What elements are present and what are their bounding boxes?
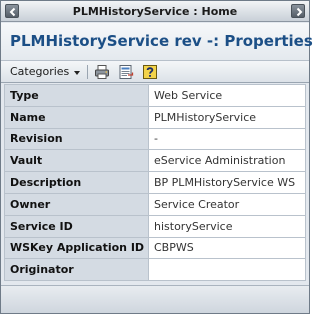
property-label: Originator — [4, 258, 149, 282]
categories-label: Categories — [10, 65, 70, 78]
property-value: - — [148, 127, 306, 151]
back-button[interactable] — [5, 4, 19, 18]
table-row: Service ID historyService — [4, 214, 306, 238]
property-label: Name — [4, 105, 149, 129]
property-value: PLMHistoryService — [148, 105, 306, 129]
property-value: eService Administration — [148, 149, 306, 173]
forward-button[interactable] — [291, 4, 305, 18]
property-value: historyService — [148, 214, 306, 238]
print-icon[interactable] — [94, 64, 110, 80]
help-icon[interactable] — [142, 64, 158, 80]
property-label: Service ID — [4, 214, 149, 238]
property-value: Web Service — [148, 84, 306, 107]
page-title: PLMHistoryService rev -: Properties — [10, 32, 313, 50]
properties-window: PLMHistoryService : Home PLMHistoryServi… — [0, 0, 313, 314]
table-row: Description BP PLMHistoryService WS — [4, 171, 306, 194]
table-row: Name PLMHistoryService — [4, 105, 306, 129]
properties-table: Type Web Service Name PLMHistoryService … — [4, 84, 306, 282]
table-row: Owner Service Creator — [4, 192, 306, 216]
property-label: Revision — [4, 127, 149, 151]
property-label: Owner — [4, 192, 149, 216]
property-label: Type — [4, 84, 149, 107]
chevron-left-icon — [9, 7, 16, 17]
window-title: PLMHistoryService : Home — [72, 5, 238, 18]
toolbar: Categories — [1, 61, 309, 83]
chevron-down-icon — [74, 70, 81, 75]
property-value: BP PLMHistoryService WS — [148, 171, 306, 194]
table-row: Revision - — [4, 127, 306, 151]
property-label: WSKey Application ID — [4, 236, 149, 260]
property-label: Vault — [4, 149, 149, 173]
table-row: Vault eService Administration — [4, 149, 306, 173]
table-row: Originator — [4, 258, 306, 282]
page-header: PLMHistoryService rev -: Properties — [1, 23, 313, 61]
property-value: Service Creator — [148, 192, 306, 216]
chevron-right-icon — [296, 7, 303, 17]
title-bar: PLMHistoryService : Home — [1, 1, 309, 22]
toolbar-divider — [87, 65, 88, 79]
footer-bar — [1, 285, 309, 313]
property-label: Description — [4, 171, 149, 194]
export-icon[interactable] — [118, 64, 134, 80]
categories-menu[interactable]: Categories — [10, 65, 81, 78]
property-value — [148, 258, 306, 282]
property-value: CBPWS — [148, 236, 306, 260]
table-row: WSKey Application ID CBPWS — [4, 236, 306, 260]
table-row: Type Web Service — [4, 84, 306, 107]
